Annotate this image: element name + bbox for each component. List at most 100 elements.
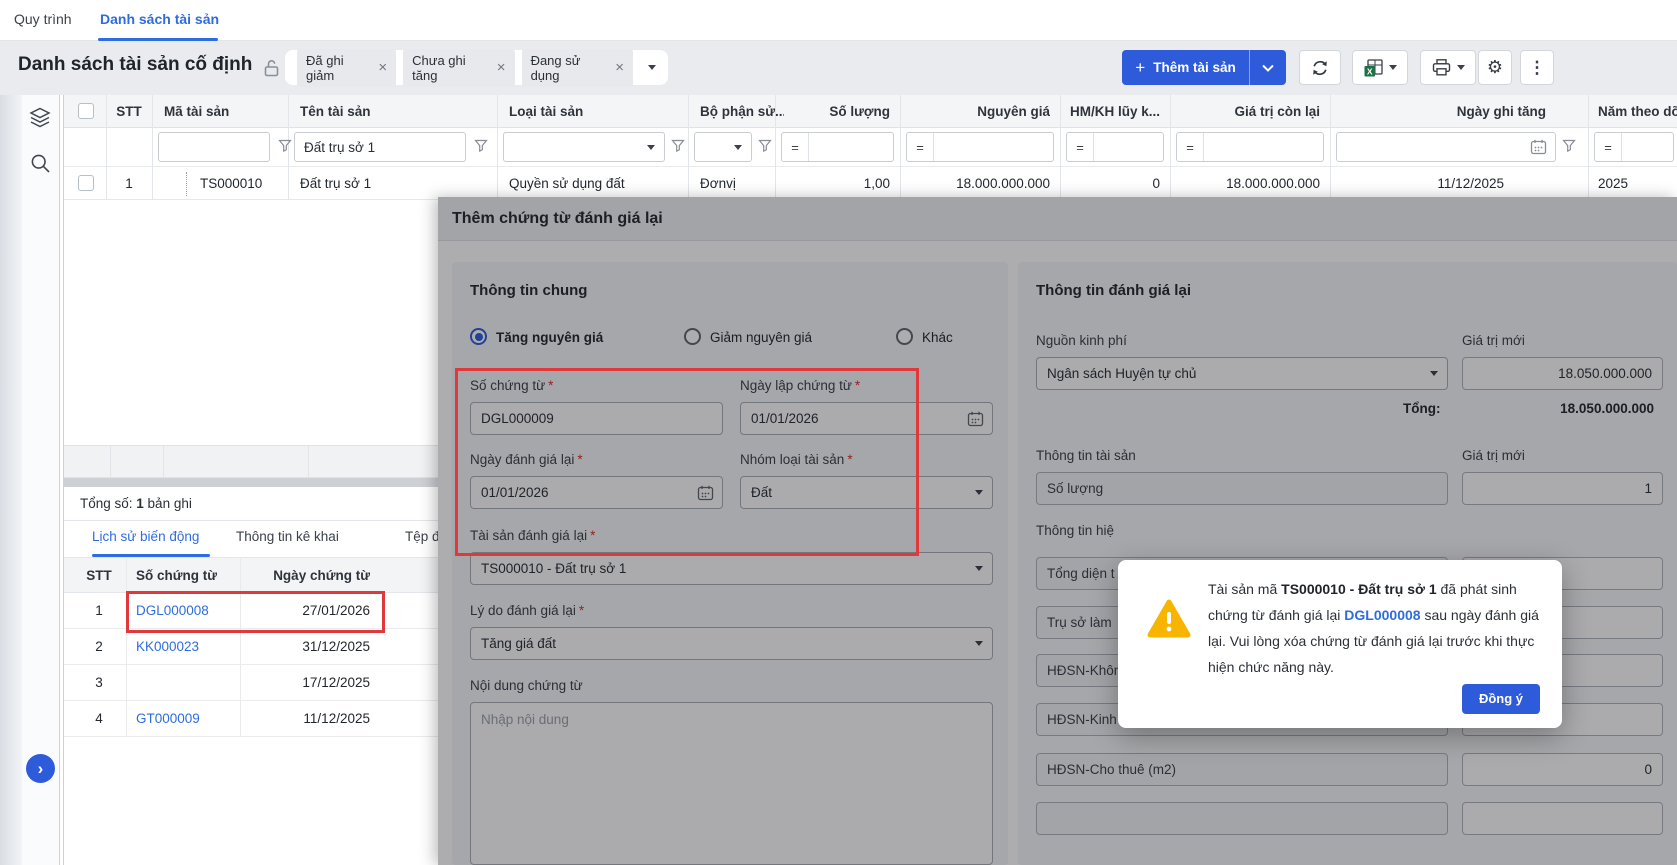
equals-operator[interactable]: = [1177, 140, 1203, 155]
funnel-icon[interactable] [671, 139, 685, 152]
voucher-link[interactable]: DGL000008 [1344, 607, 1420, 623]
cell-loai-tai-san: Quyền sử dụng đất [509, 167, 625, 200]
add-asset-dropdown[interactable] [1249, 50, 1286, 85]
kebab-icon: ⋮ [1529, 58, 1546, 78]
history-row[interactable]: 1 DGL000008 27/01/2026 [64, 593, 438, 629]
filter-chipbar: Đã ghi giảm × Chưa ghi tăng × Đang sử dụ… [285, 50, 668, 85]
cell-so-luong: 1,00 [775, 167, 890, 200]
history-voucher-link[interactable]: GT000009 [136, 701, 200, 737]
cell-stt: 1 [106, 167, 152, 200]
tab-danh-sach-tai-san[interactable]: Danh sách tài sản [100, 11, 219, 27]
filter-gia-tri-con-lai[interactable]: = [1176, 132, 1324, 162]
export-excel-button[interactable]: X [1352, 50, 1408, 85]
printer-icon [1432, 59, 1451, 76]
funnel-icon[interactable] [474, 139, 488, 152]
history-voucher-link[interactable]: KK000023 [136, 629, 199, 665]
col-header-stt[interactable]: STT [106, 95, 152, 128]
chipbar-dropdown-icon[interactable] [648, 65, 656, 70]
history-voucher-link[interactable]: DGL000008 [136, 593, 209, 629]
filter-nam-theo-doi[interactable]: = [1594, 132, 1674, 162]
app-screen: Quy trình Danh sách tài sản Danh sách tà… [0, 0, 1677, 865]
tree-indent-line [186, 172, 187, 196]
select-all-checkbox[interactable] [78, 103, 94, 119]
tab-lich-su-bien-dong[interactable]: Lịch sử biến động [92, 529, 199, 544]
horizontal-scrollbar[interactable] [64, 478, 438, 487]
funnel-icon[interactable] [1562, 139, 1576, 152]
filter-hm-kh[interactable]: = [1066, 132, 1164, 162]
col-header-bo-phan[interactable]: Bộ phận sử... [700, 95, 784, 128]
history-row[interactable]: 2 KK000023 31/12/2025 [64, 629, 438, 665]
history-stt: 1 [74, 593, 124, 629]
warning-message: Tài sản mã TS000010 - Đất trụ sở 1 đã ph… [1208, 576, 1540, 680]
expand-panel-button[interactable]: › [26, 754, 55, 783]
filter-chip[interactable]: Đang sử dụng × [522, 49, 633, 87]
refresh-button[interactable] [1299, 50, 1341, 85]
col-header-nam-theo-doi[interactable]: Năm theo dõ [1598, 95, 1677, 128]
plus-icon: + [1135, 58, 1145, 78]
chip-label: Chưa ghi tăng [412, 53, 489, 83]
history-header-row: STT Số chứng từ Ngày chứng từ [64, 557, 438, 593]
detail-panel: Tổng số: 1 bản ghi Lịch sử biến động Thô… [64, 487, 438, 865]
tab-thong-tin-ke-khai[interactable]: Thông tin kê khai [236, 529, 339, 544]
grid-empty-area [64, 200, 438, 445]
col-header-loai-tai-san[interactable]: Loại tài sản [509, 95, 583, 128]
warning-icon [1146, 598, 1192, 640]
history-row[interactable]: 3 17/12/2025 [64, 665, 438, 701]
ok-button[interactable]: Đồng ý [1462, 684, 1540, 714]
excel-icon: X [1364, 59, 1383, 77]
filter-chip[interactable]: Đã ghi giảm × [297, 49, 396, 87]
history-date: 11/12/2025 [244, 701, 370, 737]
history-col-so-chung-tu: Số chứng từ [136, 558, 217, 594]
filter-ten-tai-san[interactable] [294, 132, 466, 162]
filter-loai-tai-san[interactable] [503, 132, 665, 162]
col-header-ma-tai-san[interactable]: Mã tài sản [164, 95, 229, 128]
tab-quy-trinh[interactable]: Quy trình [14, 11, 72, 27]
cell-nguyen-gia: 18.000.000.000 [900, 167, 1050, 200]
cell-nam-theo-doi: 2025 [1598, 167, 1628, 200]
record-count: Tổng số: 1 bản ghi [64, 487, 438, 521]
funnel-icon[interactable] [758, 139, 772, 152]
calendar-icon[interactable] [1530, 139, 1547, 155]
filter-nguyen-gia[interactable]: = [906, 132, 1054, 162]
settings-button[interactable]: ⚙ [1478, 50, 1512, 85]
history-row[interactable]: 4 GT000009 11/12/2025 [64, 701, 438, 737]
col-header-ngay-ghi-tang[interactable]: Ngày ghi tăng [1330, 95, 1546, 128]
filter-ngay-ghi-tang[interactable] [1336, 132, 1556, 162]
tab-tep-dinh-kem[interactable]: Tệp đính [405, 529, 438, 544]
more-button[interactable]: ⋮ [1520, 50, 1554, 85]
equals-operator[interactable]: = [1067, 140, 1093, 155]
equals-operator[interactable]: = [1595, 140, 1621, 155]
equals-operator[interactable]: = [907, 140, 933, 155]
layers-icon[interactable] [28, 107, 52, 129]
filter-so-luong[interactable]: = [781, 132, 894, 162]
filter-bo-phan[interactable] [694, 132, 752, 162]
left-rail [22, 95, 60, 865]
toolbar: Danh sách tài sản cố định Đã ghi giảm × … [0, 41, 1677, 95]
col-header-gia-tri-con-lai[interactable]: Giá trị còn lại [1170, 95, 1320, 128]
history-date: 31/12/2025 [244, 629, 370, 665]
add-asset-split-button: + Thêm tài sản [1122, 50, 1286, 85]
print-button[interactable] [1420, 50, 1476, 85]
row-checkbox[interactable] [78, 175, 94, 191]
col-header-nguyen-gia[interactable]: Nguyên giá [900, 95, 1050, 128]
equals-operator[interactable]: = [782, 140, 808, 155]
history-col-stt: STT [74, 558, 124, 594]
col-header-hm-kh[interactable]: HM/KH lũy k... [1070, 95, 1160, 128]
chip-close-icon[interactable]: × [378, 61, 387, 74]
col-header-ten-tai-san[interactable]: Tên tài sản [300, 95, 371, 128]
chip-close-icon[interactable]: × [615, 61, 624, 74]
cell-ngay-ghi-tang: 11/12/2025 [1330, 167, 1504, 200]
excel-dropdown-icon [1389, 65, 1397, 70]
funnel-icon[interactable] [278, 139, 292, 152]
col-header-so-luong[interactable]: Số lượng [775, 95, 890, 128]
cell-ma-tai-san[interactable]: TS000010 [200, 167, 262, 200]
modal-dim-overlay [438, 197, 1677, 865]
add-asset-button[interactable]: + Thêm tài sản [1122, 50, 1249, 85]
lock-open-icon [263, 58, 280, 78]
chip-close-icon[interactable]: × [497, 61, 506, 74]
chevron-down-icon [1262, 64, 1274, 72]
filter-chip[interactable]: Chưa ghi tăng × [403, 49, 514, 87]
cell-gia-tri-con-lai: 18.000.000.000 [1170, 167, 1320, 200]
search-icon[interactable] [30, 153, 51, 174]
filter-ma-tai-san[interactable] [158, 132, 270, 162]
